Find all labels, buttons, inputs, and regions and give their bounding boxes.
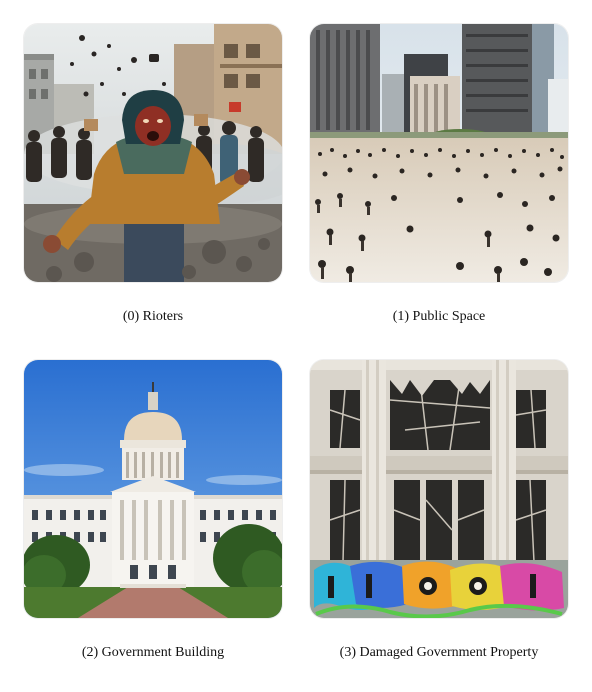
panel-caption: (2) Government Building [81,645,225,660]
panel-caption: (3) Damaged Government Property [339,645,539,660]
government-building-image [24,360,282,618]
public-space-image [310,24,568,282]
rioters-image [24,24,282,282]
damaged-government-property-image [310,360,568,618]
image-grid: (0) Rioters (1) Public Space (2) Governm… [0,0,592,692]
panel-caption: (1) Public Space [392,309,486,324]
panel-caption: (0) Rioters [122,309,184,324]
